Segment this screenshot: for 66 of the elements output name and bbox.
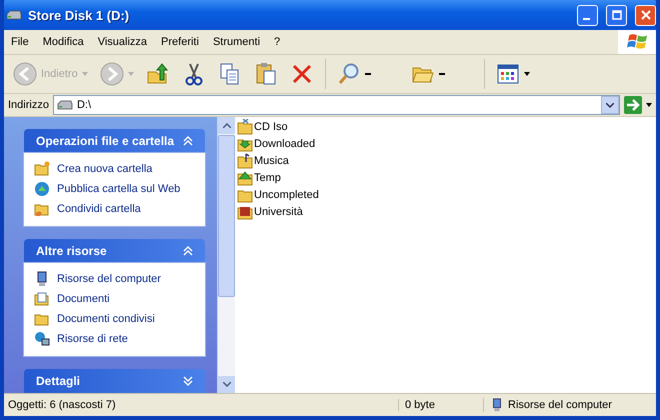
chevron-down-icon: [222, 382, 230, 387]
folder-item[interactable]: Downloaded: [237, 136, 654, 152]
flag-logo-icon: [627, 33, 647, 51]
caret-icon: [128, 72, 134, 76]
task-link[interactable]: Condividi cartella: [34, 201, 195, 217]
task-link[interactable]: Crea nuova cartella: [34, 161, 195, 177]
menu-item[interactable]: Preferiti: [154, 36, 206, 48]
documents-folder-icon: [34, 291, 50, 307]
menu-item[interactable]: File: [4, 36, 36, 48]
paste-icon: [254, 62, 278, 86]
close-button[interactable]: [635, 4, 656, 26]
drive-icon: [56, 99, 73, 111]
menu-item[interactable]: Visualizza: [90, 36, 154, 48]
chevron-up-icon: [222, 123, 230, 128]
maximize-button[interactable]: [606, 4, 627, 26]
cd-folder-icon: [237, 119, 253, 135]
minimize-icon: [583, 18, 590, 20]
minimize-button[interactable]: [577, 4, 598, 26]
menu-item[interactable]: ?: [267, 36, 288, 48]
status-size: 0 byte: [398, 399, 483, 411]
panel-header[interactable]: Operazioni file e cartella: [24, 129, 205, 153]
task-link[interactable]: Documenti condivisi: [34, 311, 195, 327]
folder-item[interactable]: CD Iso: [237, 119, 654, 135]
drive-icon: [6, 9, 22, 21]
chevron-down-icon: [606, 102, 614, 108]
folder-item[interactable]: Università: [237, 204, 654, 220]
right-arrow-icon: [624, 96, 642, 114]
expand-icon: [183, 376, 193, 386]
computer-icon: [490, 398, 504, 412]
new-folder-icon: [34, 161, 50, 177]
music-folder-icon: [237, 153, 253, 169]
caret-icon: [82, 72, 88, 76]
go-button[interactable]: [624, 96, 642, 114]
globe-icon: [34, 181, 50, 197]
folder-up-icon: [237, 170, 253, 186]
menu-item[interactable]: Strumenti: [206, 36, 268, 48]
task-link[interactable]: Pubblica cartella sul Web: [34, 181, 195, 197]
address-label: Indirizzo: [8, 99, 49, 111]
status-location: Risorse del computer: [508, 399, 612, 411]
menu-item[interactable]: Modifica: [36, 36, 91, 48]
close-icon: [640, 10, 650, 20]
film-folder-icon: [237, 204, 253, 220]
network-icon: [34, 331, 50, 347]
caret-icon[interactable]: [646, 103, 652, 107]
status-text: Oggetti: 6 (nascosti 7): [7, 399, 117, 411]
search-icon: [336, 62, 361, 86]
caret-icon: [524, 72, 530, 76]
folder-item[interactable]: Musica: [237, 153, 654, 169]
task-link[interactable]: Risorse di rete: [34, 331, 195, 347]
scrollbar[interactable]: [217, 117, 235, 393]
panel-header[interactable]: Altre risorse: [24, 239, 205, 263]
folder-up-icon: [146, 62, 170, 86]
address-field[interactable]: D:\: [52, 95, 620, 115]
views-icon: [496, 62, 520, 86]
dash-icon: [364, 72, 371, 76]
dash-icon: [438, 72, 445, 76]
panel-header[interactable]: Dettagli: [24, 369, 205, 393]
task-link[interactable]: Risorse del computer: [34, 271, 195, 287]
folder-item[interactable]: Uncompleted: [237, 187, 654, 203]
window-title: Store Disk 1 (D:): [28, 8, 130, 22]
dropdown-button[interactable]: [601, 96, 619, 114]
collapse-icon: [183, 136, 193, 146]
collapse-icon: [183, 246, 193, 256]
maximize-icon: [612, 10, 622, 20]
task-link[interactable]: Documenti: [34, 291, 195, 307]
folder-item[interactable]: Temp: [237, 170, 654, 186]
